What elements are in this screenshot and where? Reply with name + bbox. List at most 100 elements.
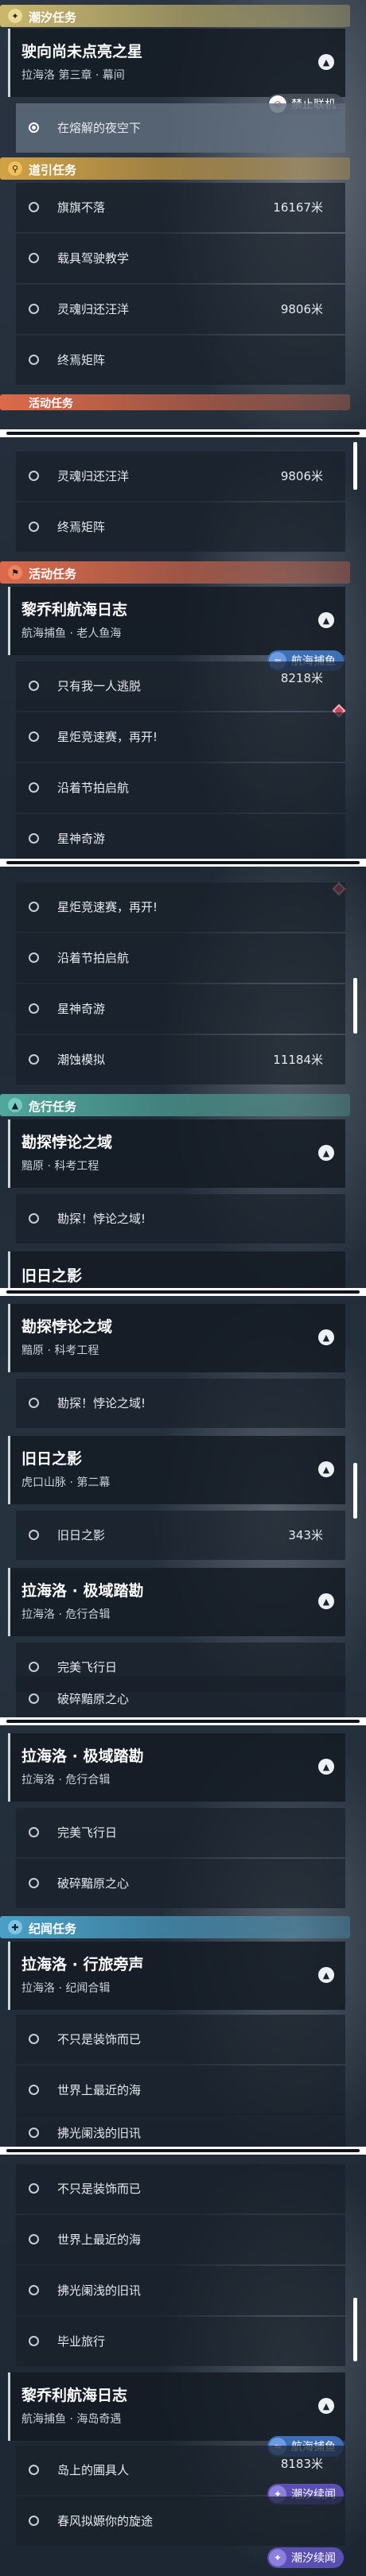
task-row[interactable]: 毕业旅行: [16, 2317, 345, 2366]
quest-title: 驶向尚未点亮之星: [21, 43, 143, 60]
task-row[interactable]: 星炬竞速赛，再开!: [16, 883, 345, 932]
task-row[interactable]: 世界上最近的海: [16, 2215, 345, 2264]
task-label: 完美飞行日: [57, 1825, 118, 1840]
task-distance: 9806米: [280, 469, 323, 483]
quest-title: 拉海洛 · 行旅旁声: [21, 1956, 144, 1973]
radio-icon: [29, 1054, 39, 1065]
chevron-up-icon[interactable]: ▲: [318, 1967, 334, 1983]
task-row[interactable]: 不只是装饰而已: [16, 2164, 345, 2213]
radio-icon: [29, 1213, 39, 1224]
task-label: 星炬竞速赛，再开!: [57, 900, 158, 914]
task-row[interactable]: 沿着节拍启航: [16, 763, 345, 813]
task-row[interactable]: 世界上最近的海: [16, 2066, 345, 2115]
quest-title: 拉海洛 · 极域踏勘: [21, 1582, 144, 1600]
task-row[interactable]: 潮蚀模拟 11184米: [16, 1035, 345, 1084]
task-row[interactable]: 旧日之影 343米: [16, 1511, 345, 1560]
task-row[interactable]: 不只是装饰而已: [16, 2015, 345, 2064]
task-row[interactable]: 终焉矩阵: [16, 502, 345, 552]
task-label: 完美飞行日: [57, 1660, 118, 1674]
tide-icon: ✦: [269, 2549, 286, 2566]
task-label: 春风拟嫄你的旋途: [57, 2514, 154, 2528]
task-distance: 8183米: [280, 2457, 323, 2471]
quest-title: 黎乔利航海日志: [21, 601, 128, 619]
chevron-up-icon[interactable]: ▲: [318, 612, 334, 628]
radio-icon: [29, 1530, 39, 1540]
task-row[interactable]: 终焉矩阵: [16, 336, 345, 385]
task-label: 勘探！悖论之域!: [57, 1396, 146, 1410]
quest-subtitle: 黯原 · 科考工程: [21, 1160, 99, 1173]
task-row[interactable]: 完美飞行日: [16, 1808, 345, 1857]
task-row[interactable]: 旗旗不落 16167米: [16, 183, 345, 232]
task-row[interactable]: 勘探！悖论之域!: [16, 1194, 345, 1243]
task-label: 星神奇游: [57, 1002, 106, 1016]
chevron-up-icon[interactable]: ▲: [318, 1329, 334, 1345]
task-label: 在熔解的夜空下: [57, 121, 142, 135]
chevron-up-icon[interactable]: ▲: [318, 1461, 334, 1477]
task-label: 世界上最近的海: [57, 2083, 142, 2097]
quest-subtitle: 虎口山脉 · 第二幕: [21, 1476, 111, 1489]
task-label: 世界上最近的海: [57, 2233, 142, 2247]
category-daoyin-label: 道引任务: [29, 163, 77, 177]
category-chaoxi-label: 潮汐任务: [29, 10, 77, 25]
radio-icon: [29, 355, 39, 365]
task-label: 终焉矩阵: [57, 353, 106, 367]
chaoxi-continue-tag: ✦ 潮汐续闻: [267, 2547, 344, 2568]
task-label: 岛上的圃具人: [57, 2463, 130, 2477]
quest-subtitle: 拉海洛 第三章 · 幕间: [21, 69, 125, 82]
quest-card[interactable]: 拉海洛 · 极域踏勘 拉海洛 · 危行合辑 ▲: [8, 1568, 345, 1636]
chevron-up-icon[interactable]: ▲: [318, 1593, 334, 1609]
divider: [0, 1288, 366, 1296]
category-daoyin: ⚲ 道引任务: [0, 157, 350, 180]
radio-icon: [29, 2465, 39, 2475]
chevron-up-icon[interactable]: ▲: [318, 1759, 334, 1775]
scrollbar[interactable]: [353, 978, 357, 1034]
quest-card[interactable]: 勘探悖论之域 黯原 · 科考工程 ▲: [8, 1119, 345, 1188]
task-row[interactable]: 只有我一人逃脱 8218米: [16, 661, 345, 711]
triangle-icon: ▲: [8, 1098, 22, 1112]
radio-icon: [29, 2336, 39, 2346]
task-label: 破碎黯原之心: [57, 1692, 130, 1706]
radio-icon: [29, 833, 39, 844]
radio-icon: [29, 253, 39, 263]
scrollbar[interactable]: [353, 1463, 357, 1519]
task-row[interactable]: 星炬竞速赛，再开!: [16, 712, 345, 762]
scrollbar[interactable]: [353, 2298, 357, 2361]
task-row[interactable]: 春风拟嫄你的旋途: [16, 2496, 345, 2546]
chaoxi-continue-label: 潮汐续闻: [291, 2552, 336, 2565]
task-row[interactable]: 破碎黯原之心: [16, 1859, 345, 1908]
chevron-up-icon[interactable]: ▲: [318, 1145, 334, 1161]
task-row[interactable]: 勘探！悖论之域!: [16, 1379, 345, 1428]
category-chaoxi: ✦ 潮汐任务: [0, 5, 350, 27]
task-label: 勘探！悖论之域!: [57, 1212, 146, 1226]
category-huodong-label: 活动任务: [29, 567, 77, 581]
task-row[interactable]: 拂光阑浅的旧讯: [16, 2266, 345, 2315]
quest-title: 旧日之影: [21, 1267, 83, 1285]
task-row[interactable]: 灵魂归还汪洋 9806米: [16, 452, 345, 501]
quest-card[interactable]: 驶向尚未点亮之星 拉海洛 第三章 · 幕间 ▲: [8, 29, 345, 97]
task-label: 破碎黯原之心: [57, 1876, 130, 1891]
task-row[interactable]: 破碎黯原之心: [16, 1676, 345, 1721]
task-row[interactable]: 星神奇游: [16, 984, 345, 1034]
quest-card-partial[interactable]: 旧日之影: [8, 1251, 345, 1291]
book-icon: ✚: [8, 1920, 22, 1934]
task-row[interactable]: 沿着节拍启航: [16, 933, 345, 983]
radio-icon: [29, 2183, 39, 2194]
task-row[interactable]: 载具驾驶教学: [16, 234, 345, 283]
task-label: 只有我一人逃脱: [57, 679, 142, 693]
radio-icon: [29, 952, 39, 963]
quest-card[interactable]: 黎乔利航海日志 航海捕鱼 · 老人鱼海 ▲: [8, 587, 345, 655]
chevron-up-icon[interactable]: ▲: [318, 2398, 334, 2414]
task-row[interactable]: 星神奇游: [16, 814, 345, 863]
divider: [0, 429, 366, 437]
chevron-up-icon[interactable]: ▲: [318, 54, 334, 70]
task-row[interactable]: 在熔解的夜空下: [16, 103, 345, 153]
quest-card[interactable]: 旧日之影 虎口山脉 · 第二幕 ▲: [8, 1436, 345, 1504]
task-row[interactable]: 灵魂归还汪洋 9806米: [16, 285, 345, 334]
radio-icon: [29, 522, 39, 532]
task-distance: 16167米: [273, 200, 323, 215]
quest-card[interactable]: 勘探悖论之域 黯原 · 科考工程 ▲: [8, 1304, 345, 1372]
quest-card[interactable]: 拉海洛 · 行旅旁声 拉海洛 · 纪闻合辑 ▲: [8, 1942, 345, 2010]
task-distance: 343米: [288, 1528, 323, 1542]
quest-card[interactable]: 拉海洛 · 极域踏勘 拉海洛 · 危行合辑 ▲: [8, 1733, 345, 1802]
quest-card[interactable]: 黎乔利航海日志 航海捕鱼 · 海岛奇遇 ▲: [8, 2372, 345, 2441]
